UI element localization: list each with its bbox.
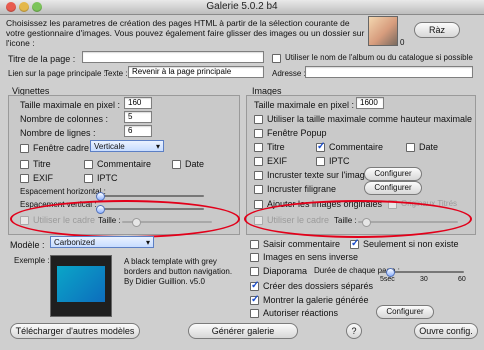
zoom-window-button[interactable]	[32, 2, 42, 12]
image-title-checkbox[interactable]	[254, 142, 263, 152]
link-text-label: Texte :	[104, 69, 128, 78]
embed-text-checkbox[interactable]	[254, 170, 263, 180]
reverse-images-checkbox[interactable]	[250, 252, 259, 262]
highlight-ellipse-right	[244, 200, 472, 238]
model-select[interactable]: Carbonized ▾	[50, 236, 154, 248]
link-address-label: Adresse :	[272, 69, 306, 78]
popup-window-checkbox[interactable]	[254, 128, 263, 138]
reactions-configure-button[interactable]: Configurer	[376, 305, 434, 319]
window-titlebar: Galerie 5.0.2 b4	[0, 0, 484, 15]
thumb-comment-checkbox[interactable]	[84, 159, 93, 169]
open-config-button[interactable]: Ouvre config.	[414, 323, 478, 339]
embed-watermark-checkbox[interactable]	[254, 184, 263, 194]
highlight-ellipse-left	[10, 200, 240, 238]
window-title: Galerie 5.0.2 b4	[206, 1, 278, 12]
raz-button[interactable]: Ràz	[414, 22, 460, 38]
add-originals-checkbox[interactable]	[254, 199, 263, 209]
image-max-size-input[interactable]	[356, 97, 384, 109]
instructions-text: Choisissez les parametres de création de…	[6, 18, 365, 48]
separate-folders-label: Créer des dossiers séparés	[263, 281, 374, 291]
preview-photo	[57, 266, 105, 302]
thumb-cols-label: Nombre de colonnes :	[20, 114, 109, 124]
main-page-link-label: Lien sur la page principale :	[8, 69, 106, 78]
image-comment-checkbox[interactable]	[316, 141, 325, 152]
frame-window-label: Fenêtre cadre	[33, 143, 90, 153]
model-label: Modèle :	[10, 240, 45, 250]
thumb-comment-label: Commentaire	[97, 159, 152, 169]
download-models-button[interactable]: Télécharger d'autres modèles	[10, 323, 140, 339]
example-label: Exemple :	[14, 256, 50, 265]
show-gallery-label: Montrer la galerie générée	[263, 295, 369, 305]
link-address-input[interactable]	[305, 66, 473, 78]
thumb-date-checkbox[interactable]	[172, 159, 181, 169]
page-title-input[interactable]	[82, 51, 264, 63]
allow-reactions-label: Autoriser réactions	[263, 308, 339, 318]
help-button[interactable]: ?	[346, 323, 362, 339]
embed-text-label: Incruster texte sur l'image	[267, 170, 370, 180]
thumb-date-label: Date	[185, 159, 205, 169]
use-max-height-label: Utiliser la taille maximale comme hauteu…	[267, 114, 473, 124]
thumb-max-size-label: Taille maximale en pixel :	[20, 100, 121, 110]
frame-orientation-value: Verticale	[94, 142, 125, 151]
image-date-label: Date	[419, 142, 439, 152]
drop-icon-avatar[interactable]	[368, 16, 398, 46]
image-iptc-checkbox[interactable]	[316, 156, 325, 166]
selection-counter: 0	[400, 38, 405, 47]
image-iptc-label: IPTC	[329, 156, 350, 166]
model-preview-image	[50, 255, 112, 317]
input-comment-checkbox[interactable]	[250, 239, 259, 249]
minimize-window-button[interactable]	[19, 2, 29, 12]
only-if-not-exists-checkbox[interactable]	[350, 238, 359, 249]
model-description: A black template with grey borders and b…	[124, 257, 233, 286]
thumb-cols-input[interactable]	[124, 111, 152, 123]
image-date-checkbox[interactable]	[406, 142, 415, 152]
allow-reactions-checkbox[interactable]	[250, 308, 259, 318]
thumb-max-size-input[interactable]	[124, 97, 152, 109]
tick-5sec: 5sec	[380, 276, 395, 283]
image-title-label: Titre	[267, 142, 285, 152]
link-text-input[interactable]	[128, 66, 264, 78]
image-max-size-label: Taille maximale en pixel :	[254, 100, 355, 110]
thumb-exif-label: EXIF	[33, 173, 54, 183]
thumb-iptc-checkbox[interactable]	[84, 173, 93, 183]
input-comment-label: Saisir commentaire	[263, 239, 341, 249]
only-if-not-exists-label: Seulement si non existe	[363, 239, 459, 249]
separate-folders-checkbox[interactable]	[250, 280, 259, 291]
use-album-name-label: Utiliser le nom de l'album ou du catalog…	[285, 53, 473, 62]
embed-watermark-label: Incruster filigrane	[267, 184, 337, 194]
embed-text-configure-button[interactable]: Configurer	[364, 167, 422, 181]
slideshow-label: Diaporama	[263, 266, 308, 276]
use-album-name-checkbox[interactable]	[272, 53, 281, 63]
image-comment-label: Commentaire	[329, 142, 384, 152]
frame-window-checkbox[interactable]	[20, 143, 29, 153]
embed-watermark-configure-button[interactable]: Configurer	[364, 181, 422, 195]
chevron-down-icon: ▾	[145, 238, 150, 247]
thumb-title-label: Titre	[33, 159, 51, 169]
chevron-down-icon: ▾	[155, 142, 160, 151]
reverse-images-label: Images en sens inverse	[263, 252, 359, 262]
h-spacing-label: Espacement horizontal :	[20, 187, 106, 196]
show-gallery-checkbox[interactable]	[250, 294, 259, 305]
thumb-iptc-label: IPTC	[97, 173, 118, 183]
thumb-rows-label: Nombre de lignes :	[20, 128, 96, 138]
page-title-label: Titre de la page :	[8, 54, 76, 64]
model-value: Carbonized	[54, 238, 95, 247]
tick-30: 30	[420, 276, 428, 283]
thumb-exif-checkbox[interactable]	[20, 173, 29, 183]
thumb-rows-input[interactable]	[124, 125, 152, 137]
frame-orientation-select[interactable]: Verticale ▾	[90, 140, 164, 152]
h-spacing-slider-track[interactable]	[96, 195, 204, 197]
image-exif-label: EXIF	[267, 156, 288, 166]
thumb-title-checkbox[interactable]	[20, 159, 29, 169]
generate-gallery-button[interactable]: Générer galerie	[188, 323, 298, 339]
use-max-height-checkbox[interactable]	[254, 114, 263, 124]
image-exif-checkbox[interactable]	[254, 156, 263, 166]
tick-60: 60	[458, 276, 466, 283]
popup-window-label: Fenêtre Popup	[267, 128, 327, 138]
slideshow-checkbox[interactable]	[250, 266, 259, 276]
close-window-button[interactable]	[6, 2, 16, 12]
